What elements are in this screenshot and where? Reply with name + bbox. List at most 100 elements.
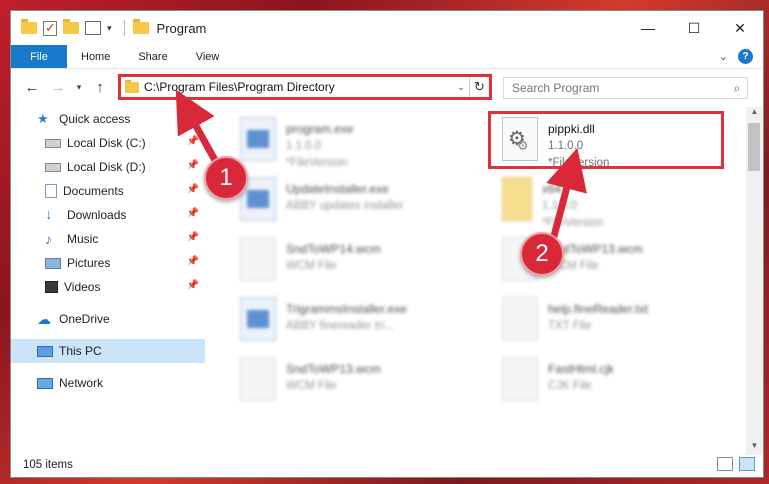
window-title: Program — [156, 20, 207, 36]
details-view-icon[interactable] — [717, 457, 733, 471]
collapse-ribbon-chevron-icon[interactable]: ⌄ — [719, 50, 728, 63]
file-name: FastHtml.cjk — [548, 362, 614, 376]
folder-icon[interactable] — [21, 19, 37, 34]
sidebar-item-local-disk-d[interactable]: Local Disk (D:) 📌 — [11, 155, 205, 179]
sidebar-item-downloads[interactable]: ↓ Downloads 📌 — [11, 203, 205, 227]
forward-arrow-icon[interactable]: → — [45, 79, 71, 96]
file-name: program.exe — [286, 122, 354, 136]
file-icon — [240, 357, 276, 401]
sidebar-item-label: Local Disk (D:) — [67, 160, 146, 174]
sidebar-item-quick-access[interactable]: ★ Quick access — [11, 107, 205, 131]
address-path[interactable]: C:\Program Files\Program Directory — [144, 80, 453, 94]
scrollbar-thumb[interactable] — [748, 123, 760, 171]
up-arrow-icon[interactable]: ↑ — [87, 79, 113, 96]
pin-icon[interactable]: 📌 — [187, 256, 199, 267]
file-name: UpdateInstaller.exe — [286, 182, 389, 196]
sidebar-item-label: This PC — [59, 344, 102, 358]
cloud-icon: ☁ — [37, 311, 51, 327]
properties-check-icon[interactable] — [43, 20, 57, 36]
sidebar-item-documents[interactable]: Documents 📌 — [11, 179, 205, 203]
file-tile[interactable]: help.fineReader.txt TXT File — [488, 291, 720, 347]
back-arrow-icon[interactable]: ← — [19, 79, 45, 96]
minimize-button[interactable]: — — [625, 11, 671, 45]
file-description: *FileVersion — [542, 217, 604, 229]
file-tile[interactable]: FastHtml.cjk CJK File — [488, 351, 720, 407]
star-icon: ★ — [37, 111, 49, 126]
maximize-button[interactable]: ☐ — [671, 11, 717, 45]
exe-icon — [240, 297, 276, 341]
file-tile[interactable]: SndToWP13.wcm WCM File — [226, 351, 458, 407]
search-box[interactable]: ⌕ — [503, 77, 748, 99]
pin-icon[interactable]: 📌 — [187, 232, 199, 243]
tab-home[interactable]: Home — [67, 45, 124, 68]
network-icon — [37, 377, 53, 389]
tab-file[interactable]: File — [11, 45, 67, 68]
documents-icon — [45, 184, 57, 198]
sidebar-item-music[interactable]: ♪ Music 📌 — [11, 227, 205, 251]
new-folder-icon[interactable] — [63, 19, 79, 34]
sidebar-item-pictures[interactable]: Pictures 📌 — [11, 251, 205, 275]
file-name: SndToWP14.wcm — [286, 242, 381, 256]
drive-icon — [45, 162, 61, 172]
file-tile[interactable]: TrigrammsInstaller.exe ABBY finereader t… — [226, 291, 458, 347]
sidebar-item-label: Quick access — [59, 112, 131, 126]
sidebar-item-label: Downloads — [67, 208, 127, 222]
tiles-view-icon[interactable] — [739, 457, 755, 471]
recent-locations-chevron-icon[interactable]: ▾ — [71, 82, 87, 93]
search-input[interactable] — [512, 81, 727, 95]
file-icon — [240, 237, 276, 281]
tab-share[interactable]: Share — [124, 45, 181, 68]
sidebar-item-onedrive[interactable]: ☁ OneDrive — [11, 307, 205, 331]
toolbar-divider — [123, 20, 125, 36]
pin-icon[interactable]: 📌 — [187, 184, 199, 195]
sidebar-item-label: Pictures — [67, 256, 111, 270]
close-button[interactable]: ✕ — [717, 11, 763, 45]
file-type: WCM File — [286, 260, 337, 272]
file-name: TrigrammsInstaller.exe — [286, 302, 407, 316]
address-dropdown-chevron-icon[interactable]: ⌄ — [453, 82, 469, 93]
tab-view[interactable]: View — [182, 45, 234, 68]
music-icon: ♪ — [45, 231, 52, 247]
ribbon-right-controls: ⌄ ? — [719, 45, 763, 68]
sidebar-item-this-pc[interactable]: This PC — [11, 339, 205, 363]
help-icon[interactable]: ? — [738, 49, 753, 64]
window-controls: — ☐ ✕ — [625, 11, 763, 45]
sidebar-item-label: Videos — [64, 280, 101, 294]
file-description: ABBY finereader tri... — [286, 320, 394, 332]
file-name: x64 — [542, 182, 562, 196]
file-tile[interactable]: x64 1.1.0.0 *FileVersion — [488, 171, 720, 229]
pin-icon[interactable]: 📌 — [187, 160, 199, 171]
file-tile[interactable]: UpdateInstaller.exe ABBY updates install… — [226, 171, 458, 227]
vertical-scrollbar[interactable]: ▲ ▼ — [746, 107, 763, 455]
videos-icon — [45, 281, 58, 293]
highlight-box — [488, 111, 724, 169]
scroll-up-arrow-icon[interactable]: ▲ — [746, 107, 763, 121]
navigation-pane: ★ Quick access Local Disk (C:) 📌 Local D… — [11, 107, 205, 455]
search-icon[interactable]: ⌕ — [727, 81, 747, 96]
explorer-window: ▾ Program — ☐ ✕ File Home Share View ⌄ ?… — [10, 10, 764, 478]
sidebar-item-label: Network — [59, 376, 104, 390]
properties-icon[interactable] — [85, 21, 101, 35]
sidebar-item-label: Music — [67, 232, 99, 246]
file-version: 1.1.0.0 — [286, 140, 322, 152]
title-folder-icon — [132, 19, 149, 34]
navigation-bar: ← → ▾ ↑ C:\Program Files\Program Directo… — [11, 69, 763, 105]
file-tile[interactable]: program.exe 1.1.0.0 *FileVersion — [226, 111, 458, 169]
file-list: program.exe 1.1.0.0 *FileVersion pippki.… — [216, 107, 743, 455]
title-bar: ▾ Program — ☐ ✕ — [11, 11, 763, 45]
address-bar[interactable]: C:\Program Files\Program Directory ⌄ ↻ — [118, 74, 492, 100]
sidebar-item-videos[interactable]: Videos 📌 — [11, 275, 205, 299]
pin-icon[interactable]: 📌 — [187, 136, 199, 147]
view-toggle — [717, 457, 755, 471]
annotation-callout-2: 2 — [520, 232, 564, 276]
address-folder-icon — [125, 79, 139, 93]
customize-toolbar-chevron-icon[interactable]: ▾ — [107, 23, 112, 34]
sidebar-item-network[interactable]: Network — [11, 371, 205, 395]
file-type: TXT File — [548, 320, 592, 332]
sidebar-item-local-disk-c[interactable]: Local Disk (C:) 📌 — [11, 131, 205, 155]
pin-icon[interactable]: 📌 — [187, 208, 199, 219]
pin-icon[interactable]: 📌 — [187, 280, 199, 291]
file-tile[interactable]: SndToWP14.wcm WCM File — [226, 231, 458, 287]
refresh-icon[interactable]: ↻ — [469, 77, 489, 97]
file-description: ABBY updates installer — [286, 200, 404, 212]
